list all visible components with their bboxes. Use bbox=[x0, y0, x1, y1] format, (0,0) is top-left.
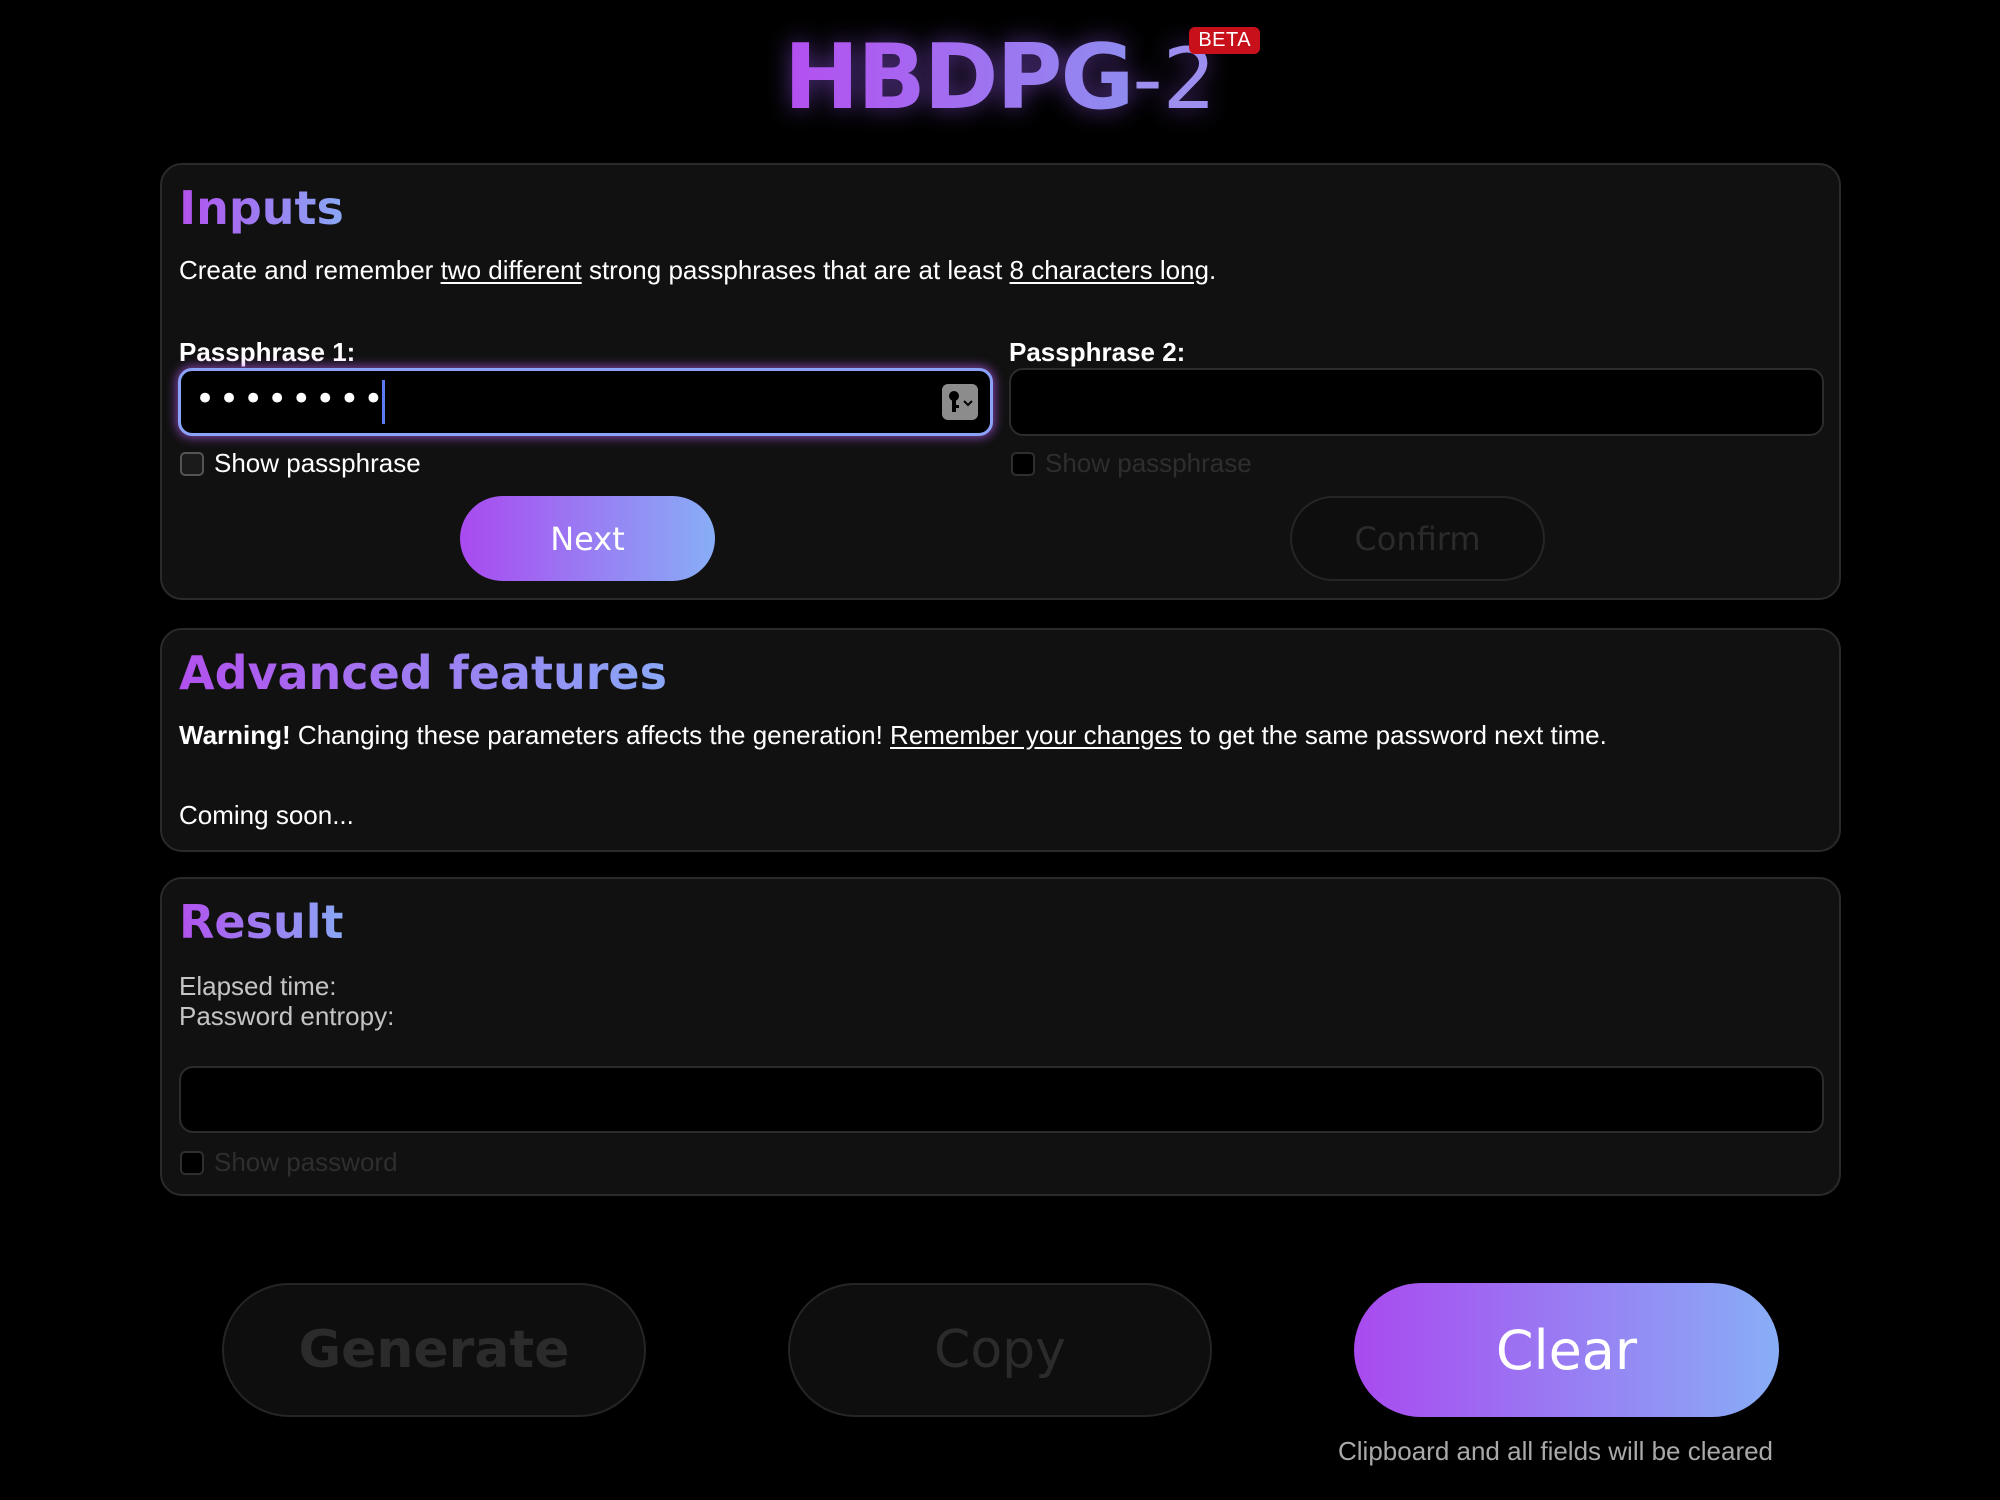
text-caret bbox=[382, 380, 385, 424]
warning-remember-changes: Remember your changes bbox=[890, 720, 1182, 750]
show-passphrase1-toggle[interactable]: Show passphrase bbox=[180, 448, 421, 479]
clear-button[interactable]: Clear bbox=[1354, 1283, 1779, 1417]
result-title: Result bbox=[179, 895, 344, 949]
elapsed-time-label: Elapsed time: bbox=[179, 971, 337, 1001]
key-icon-glyph bbox=[949, 391, 973, 412]
instructions-part2: strong passphrases that are at least bbox=[581, 255, 1010, 285]
beta-badge: BETA bbox=[1189, 26, 1261, 54]
instructions-emph-two-different: two different bbox=[440, 255, 582, 285]
advanced-title: Advanced features bbox=[179, 646, 667, 700]
generate-button[interactable]: Generate bbox=[222, 1283, 646, 1417]
show-passphrase1-checkbox[interactable] bbox=[180, 451, 204, 476]
inputs-section: Inputs Create and remember two different… bbox=[160, 163, 1841, 600]
passphrase1-masked-value: •••••••• bbox=[195, 379, 388, 419]
advanced-coming-soon: Coming soon... bbox=[179, 800, 354, 830]
instructions-part3: . bbox=[1208, 255, 1217, 285]
key-icon[interactable] bbox=[942, 384, 978, 420]
warning-strong: Warning! bbox=[179, 720, 291, 750]
logo-wordmark: HBDPG -2 BETA bbox=[783, 24, 1261, 130]
instructions-part1: Create and remember bbox=[179, 255, 441, 285]
app-logo: HBDPG -2 BETA bbox=[0, 22, 2000, 132]
app-page: HBDPG -2 BETA Inputs Create and remember … bbox=[0, 0, 2000, 1500]
warning-text-2: to get the same password next time. bbox=[1181, 720, 1607, 750]
advanced-section: Advanced features Warning! Changing thes… bbox=[160, 628, 1841, 852]
instructions-emph-length: 8 characters long bbox=[1009, 255, 1209, 285]
warning-text-1: Changing these parameters affects the ge… bbox=[290, 720, 891, 750]
show-password-checkbox[interactable] bbox=[180, 1150, 204, 1175]
show-password-label: Show password bbox=[214, 1147, 398, 1177]
show-passphrase2-label: Show passphrase bbox=[1045, 448, 1252, 478]
copy-button[interactable]: Copy bbox=[788, 1283, 1212, 1417]
next-button[interactable]: Next bbox=[460, 496, 715, 581]
result-password-field[interactable] bbox=[179, 1066, 1824, 1133]
show-passphrase2-toggle[interactable]: Show passphrase bbox=[1011, 448, 1252, 479]
password-entropy-label: Password entropy: bbox=[179, 1001, 395, 1031]
show-passphrase1-label: Show passphrase bbox=[214, 448, 421, 478]
advanced-warning: Warning! Changing these parameters affec… bbox=[179, 720, 1607, 751]
passphrase2-input[interactable] bbox=[1009, 368, 1824, 436]
logo-main-text: HBDPG bbox=[783, 24, 1134, 130]
passphrase1-label: Passphrase 1: bbox=[179, 337, 356, 367]
result-section: Result Elapsed time: Password entropy: S… bbox=[160, 877, 1841, 1196]
inputs-instructions: Create and remember two different strong… bbox=[179, 255, 1216, 286]
show-password-toggle[interactable]: Show password bbox=[180, 1147, 398, 1178]
clear-hint: Clipboard and all fields will be cleared bbox=[1338, 1436, 1774, 1466]
confirm-button[interactable]: Confirm bbox=[1290, 496, 1545, 581]
passphrase1-input[interactable]: •••••••• bbox=[178, 368, 993, 436]
inputs-title: Inputs bbox=[179, 181, 344, 235]
show-passphrase2-checkbox[interactable] bbox=[1011, 451, 1035, 476]
passphrase2-label: Passphrase 2: bbox=[1009, 337, 1186, 367]
